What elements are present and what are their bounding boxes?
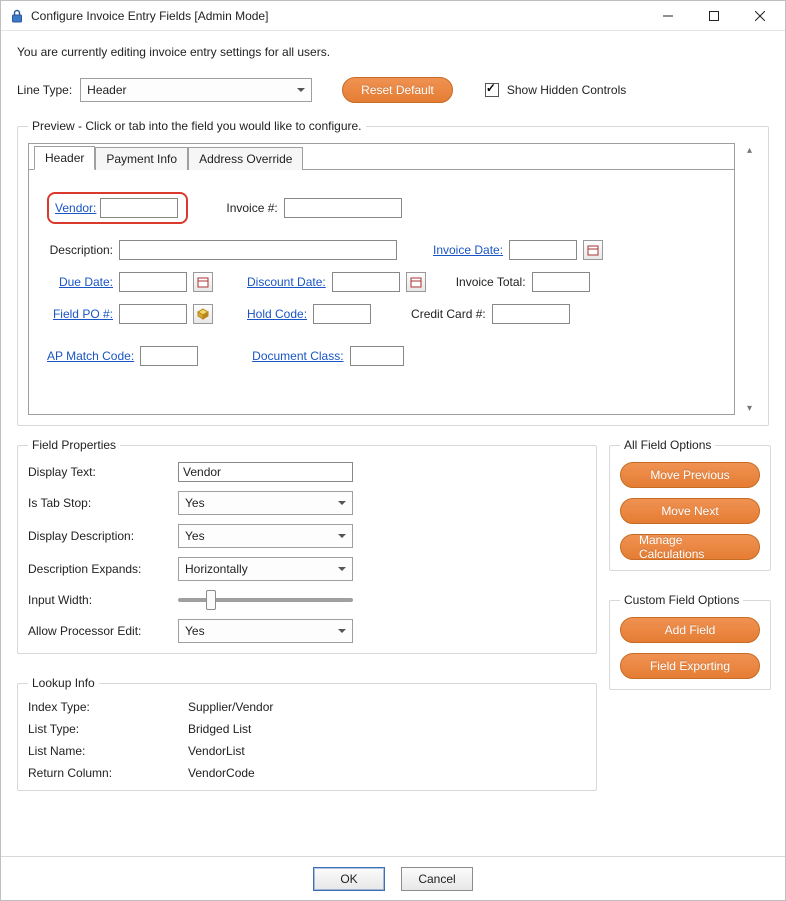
description-label: Description: (47, 243, 113, 257)
input-width-slider[interactable] (178, 590, 353, 610)
scroll-up-icon: ▴ (741, 143, 758, 157)
dialog-footer: OK Cancel (1, 856, 785, 900)
selected-field-highlight: Vendor: (47, 192, 188, 224)
is-tab-stop-dropdown[interactable]: Yes (178, 491, 353, 515)
field-exporting-button[interactable]: Field Exporting (620, 653, 760, 679)
scroll-down-icon: ▾ (741, 401, 758, 415)
credit-card-input[interactable] (492, 304, 570, 324)
input-width-label: Input Width: (28, 593, 178, 607)
reset-default-button[interactable]: Reset Default (342, 77, 453, 103)
calendar-icon (410, 276, 422, 288)
move-next-button[interactable]: Move Next (620, 498, 760, 524)
calendar-icon (197, 276, 209, 288)
preview-group: Preview - Click or tab into the field yo… (17, 119, 769, 426)
cancel-button[interactable]: Cancel (401, 867, 473, 891)
index-type-value: Supplier/Vendor (188, 700, 586, 714)
ok-button[interactable]: OK (313, 867, 385, 891)
due-date-input[interactable] (119, 272, 187, 292)
doc-class-label[interactable]: Document Class: (252, 349, 343, 363)
index-type-label: Index Type: (28, 700, 188, 714)
lock-icon (9, 8, 25, 24)
discount-date-input[interactable] (332, 272, 400, 292)
minimize-button[interactable] (645, 2, 691, 30)
field-properties-group: Field Properties Display Text: Vendor Is… (17, 438, 597, 654)
discount-date-label[interactable]: Discount Date: (247, 275, 326, 289)
due-date-picker-button[interactable] (193, 272, 213, 292)
hold-code-input[interactable] (313, 304, 371, 324)
custom-field-options-legend: Custom Field Options (620, 593, 743, 607)
preview-legend: Preview - Click or tab into the field yo… (28, 119, 366, 133)
show-hidden-checkbox[interactable] (485, 83, 499, 97)
ap-match-label[interactable]: AP Match Code: (47, 349, 134, 363)
preview-scrollbar[interactable]: ▴ ▾ (741, 143, 758, 415)
ap-match-input[interactable] (140, 346, 198, 366)
tab-header[interactable]: Header (34, 146, 95, 170)
description-input[interactable] (119, 240, 397, 260)
preview-frame: Header Payment Info Address Override Ven… (28, 143, 735, 415)
slider-thumb[interactable] (206, 590, 216, 610)
lookup-info-group: Lookup Info Index Type: Supplier/Vendor … (17, 676, 597, 791)
vendor-label[interactable]: Vendor: (55, 201, 96, 215)
intro-text: You are currently editing invoice entry … (17, 45, 769, 59)
invoice-total-input[interactable] (532, 272, 590, 292)
field-po-label[interactable]: Field PO #: (47, 307, 113, 321)
discount-date-picker-button[interactable] (406, 272, 426, 292)
credit-card-label: Credit Card #: (411, 307, 486, 321)
invoice-date-picker-button[interactable] (583, 240, 603, 260)
allow-processor-edit-dropdown[interactable]: Yes (178, 619, 353, 643)
field-properties-legend: Field Properties (28, 438, 120, 452)
line-type-dropdown[interactable]: Header (80, 78, 312, 102)
allow-processor-edit-label: Allow Processor Edit: (28, 624, 178, 638)
calendar-icon (587, 244, 599, 256)
list-type-label: List Type: (28, 722, 188, 736)
add-field-button[interactable]: Add Field (620, 617, 760, 643)
maximize-button[interactable] (691, 2, 737, 30)
preview-tabs: Header Payment Info Address Override (29, 144, 734, 170)
display-text-label: Display Text: (28, 465, 178, 479)
list-name-value: VendorList (188, 744, 586, 758)
lookup-info-legend: Lookup Info (28, 676, 99, 690)
invoice-total-label: Invoice Total: (456, 275, 526, 289)
due-date-label[interactable]: Due Date: (47, 275, 113, 289)
is-tab-stop-label: Is Tab Stop: (28, 496, 178, 510)
cube-icon (197, 308, 209, 320)
display-description-dropdown[interactable]: Yes (178, 524, 353, 548)
show-hidden-label: Show Hidden Controls (507, 83, 626, 97)
invoice-date-input[interactable] (509, 240, 577, 260)
display-text-input[interactable]: Vendor (178, 462, 353, 482)
field-po-lookup-button[interactable] (193, 304, 213, 324)
all-field-options-group: All Field Options Move Previous Move Nex… (609, 438, 771, 571)
custom-field-options-group: Custom Field Options Add Field Field Exp… (609, 593, 771, 690)
vendor-input[interactable] (100, 198, 178, 218)
field-po-input[interactable] (119, 304, 187, 324)
invoice-no-label: Invoice #: (226, 201, 277, 215)
invoice-no-input[interactable] (284, 198, 402, 218)
all-field-options-legend: All Field Options (620, 438, 715, 452)
line-type-label: Line Type: (17, 83, 72, 97)
manage-calculations-button[interactable]: Manage Calculations (620, 534, 760, 560)
description-expands-dropdown[interactable]: Horizontally (178, 557, 353, 581)
window-title: Configure Invoice Entry Fields [Admin Mo… (31, 9, 645, 23)
description-expands-label: Description Expands: (28, 562, 178, 576)
return-column-value: VendorCode (188, 766, 586, 780)
titlebar: Configure Invoice Entry Fields [Admin Mo… (1, 1, 785, 31)
return-column-label: Return Column: (28, 766, 188, 780)
doc-class-input[interactable] (350, 346, 404, 366)
line-type-value: Header (87, 83, 126, 97)
list-type-value: Bridged List (188, 722, 586, 736)
move-previous-button[interactable]: Move Previous (620, 462, 760, 488)
close-button[interactable] (737, 2, 783, 30)
hold-code-label[interactable]: Hold Code: (247, 307, 307, 321)
list-name-label: List Name: (28, 744, 188, 758)
window: Configure Invoice Entry Fields [Admin Mo… (0, 0, 786, 901)
tab-address-override[interactable]: Address Override (188, 147, 303, 170)
tab-payment-info[interactable]: Payment Info (95, 147, 188, 170)
invoice-date-label[interactable]: Invoice Date: (433, 243, 503, 257)
display-description-label: Display Description: (28, 529, 178, 543)
